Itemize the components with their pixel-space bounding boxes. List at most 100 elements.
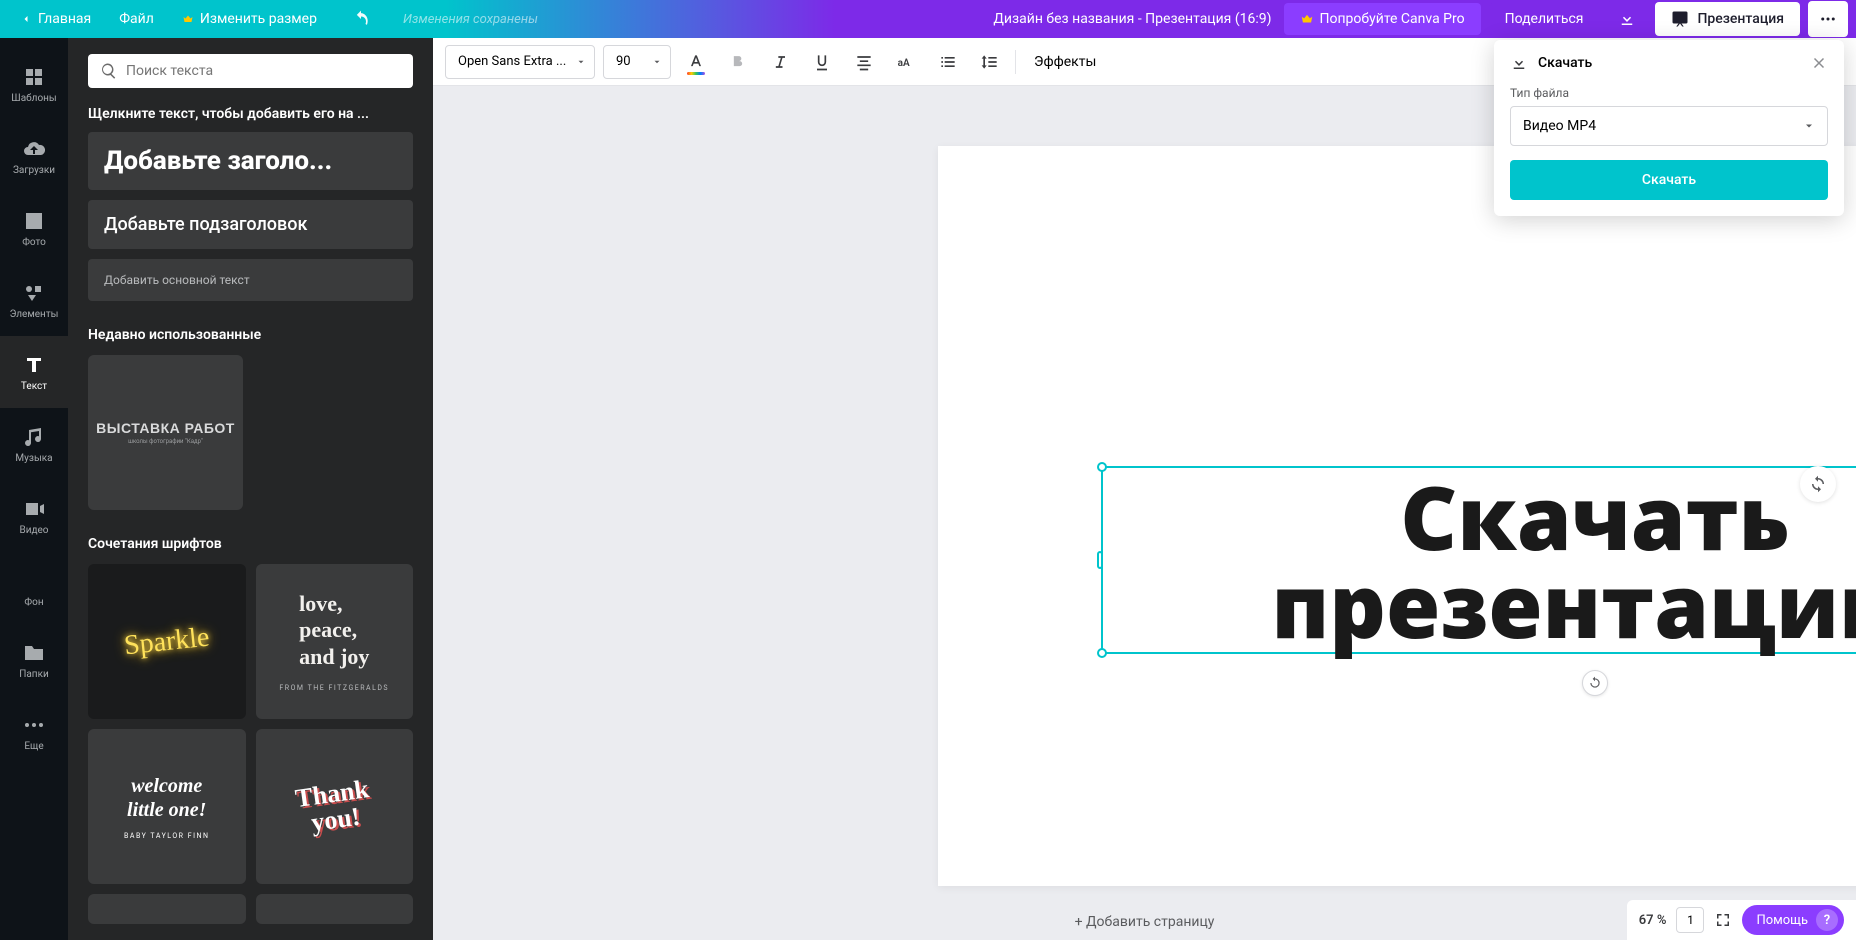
rail-label: Текст: [21, 381, 47, 392]
resize-handle-ml[interactable]: [1097, 551, 1103, 569]
sync-button[interactable]: [1800, 466, 1836, 502]
search-input[interactable]: [126, 63, 401, 79]
align-button[interactable]: [847, 45, 881, 79]
effects-button[interactable]: Эффекты: [1024, 54, 1106, 70]
rail-label: Видео: [19, 525, 48, 536]
tile-text: welcome little one!: [127, 774, 206, 822]
status-bar: 67 % 1 Помощь ?: [1627, 900, 1856, 940]
underline-icon: [812, 52, 832, 72]
rail-label: Фото: [22, 237, 46, 248]
fullscreen-button[interactable]: [1714, 911, 1732, 929]
rail-photos[interactable]: Фото: [0, 192, 68, 264]
page-indicator[interactable]: 1: [1676, 907, 1704, 933]
zoom-level[interactable]: 67 %: [1639, 913, 1667, 928]
rail-background[interactable]: Фон: [0, 552, 68, 624]
resize-handle-tl[interactable]: [1097, 462, 1107, 472]
left-rail: Шаблоны Загрузки Фото Элементы Текст Муз…: [0, 38, 68, 940]
crown-icon: [182, 13, 194, 25]
resize-handle-bl[interactable]: [1097, 648, 1107, 658]
share-button[interactable]: Поделиться: [1489, 3, 1600, 35]
app-body: Шаблоны Загрузки Фото Элементы Текст Муз…: [0, 38, 1856, 940]
rail-text[interactable]: Текст: [0, 336, 68, 408]
font-combo-love[interactable]: love, peace, and joy FROM THE FITZGERALD…: [256, 564, 414, 719]
resize-label: Изменить размер: [200, 11, 317, 27]
recent-text-tile[interactable]: ВЫСТАВКА РАБОТ школы фотографии "Кадр": [88, 355, 243, 510]
more-menu-button[interactable]: [1808, 1, 1848, 37]
more-horizontal-icon: [22, 713, 46, 737]
rail-label: Загрузки: [13, 165, 55, 176]
rail-more[interactable]: Еще: [0, 696, 68, 768]
selected-text-box[interactable]: Скачать презентацию: [1101, 466, 1856, 654]
tile-subtitle: школы фотографии "Кадр": [128, 438, 203, 445]
rotate-handle[interactable]: [1582, 670, 1608, 696]
chevron-left-icon: [20, 13, 32, 25]
save-status: Изменения сохранены: [403, 12, 538, 27]
rail-templates[interactable]: Шаблоны: [0, 48, 68, 120]
home-link[interactable]: Главная: [8, 5, 103, 33]
italic-button[interactable]: [763, 45, 797, 79]
file-menu[interactable]: Файл: [107, 5, 166, 33]
help-button[interactable]: Помощь ?: [1742, 905, 1844, 935]
rail-video[interactable]: Видео: [0, 480, 68, 552]
rail-label: Папки: [19, 669, 49, 680]
document-title[interactable]: Дизайн без названия - Презентация (16:9): [538, 11, 1284, 27]
download-icon: [1618, 10, 1636, 28]
add-body-text-button[interactable]: Добавить основной текст: [88, 259, 413, 301]
font-family-dropdown[interactable]: Open Sans Extra ...: [445, 45, 595, 79]
font-combo-placeholder[interactable]: [256, 894, 414, 924]
chevron-down-icon: [652, 57, 662, 67]
search-input-wrap[interactable]: [88, 54, 413, 88]
text-case-button[interactable]: aA: [889, 45, 923, 79]
tile-text: Sparkle: [123, 621, 211, 662]
search-icon: [100, 62, 118, 80]
undo-button[interactable]: [351, 9, 371, 29]
slide-text[interactable]: Скачать презентацию: [1103, 472, 1856, 648]
font-size: 90: [616, 54, 631, 69]
font-combo-welcome[interactable]: welcome little one! BABY TAYLOR FINN: [88, 729, 246, 884]
toolbar-divider: [1015, 50, 1016, 74]
tile-subtext: BABY TAYLOR FINN: [124, 832, 209, 840]
rail-uploads[interactable]: Загрузки: [0, 120, 68, 192]
text-color-button[interactable]: [679, 45, 713, 79]
font-combo-placeholder[interactable]: [88, 894, 246, 924]
rail-music[interactable]: Музыка: [0, 408, 68, 480]
font-combo-sparkle[interactable]: Sparkle: [88, 564, 246, 719]
download-popover: Скачать Тип файла Видео MP4 Скачать: [1494, 40, 1844, 216]
underline-button[interactable]: [805, 45, 839, 79]
download-button[interactable]: [1607, 1, 1647, 37]
file-type-select[interactable]: Видео MP4: [1510, 106, 1828, 146]
font-combo-thankyou[interactable]: Thank you!: [256, 729, 414, 884]
font-combos-title: Сочетания шрифтов: [88, 536, 413, 552]
resize-menu[interactable]: Изменить размер: [170, 5, 329, 33]
crown-icon: [1300, 12, 1314, 26]
color-bar: [687, 72, 705, 75]
close-icon[interactable]: [1810, 54, 1828, 72]
download-confirm-button[interactable]: Скачать: [1510, 160, 1828, 200]
font-name: Open Sans Extra ...: [458, 54, 566, 69]
help-label: Помощь: [1756, 913, 1808, 928]
spacing-button[interactable]: [973, 45, 1007, 79]
add-heading-button[interactable]: Добавьте заголо...: [88, 132, 413, 190]
add-subheading-button[interactable]: Добавьте подзаголовок: [88, 200, 413, 249]
chevron-down-icon: [576, 57, 586, 67]
chevron-down-icon: [1803, 120, 1815, 132]
background-icon: [22, 569, 46, 593]
video-icon: [22, 497, 46, 521]
try-pro-label: Попробуйте Canva Pro: [1320, 11, 1465, 27]
slide[interactable]: Скачать презентацию: [938, 146, 1856, 886]
font-combos-grid: Sparkle love, peace, and joy FROM THE FI…: [88, 564, 413, 924]
rail-label: Музыка: [15, 453, 52, 464]
try-pro-button[interactable]: Попробуйте Canva Pro: [1284, 3, 1481, 35]
recent-section-title: Недавно использованные: [88, 327, 413, 343]
list-button[interactable]: [931, 45, 965, 79]
font-size-dropdown[interactable]: 90: [603, 45, 671, 79]
rail-elements[interactable]: Элементы: [0, 264, 68, 336]
help-q: ?: [1816, 909, 1838, 931]
topbar-right: Попробуйте Canva Pro Поделиться Презента…: [1284, 1, 1849, 37]
present-button[interactable]: Презентация: [1655, 2, 1800, 36]
rail-folders[interactable]: Папки: [0, 624, 68, 696]
bold-button[interactable]: [721, 45, 755, 79]
align-center-icon: [854, 52, 874, 72]
file-label: Файл: [119, 11, 154, 27]
rotate-icon: [1588, 676, 1602, 690]
